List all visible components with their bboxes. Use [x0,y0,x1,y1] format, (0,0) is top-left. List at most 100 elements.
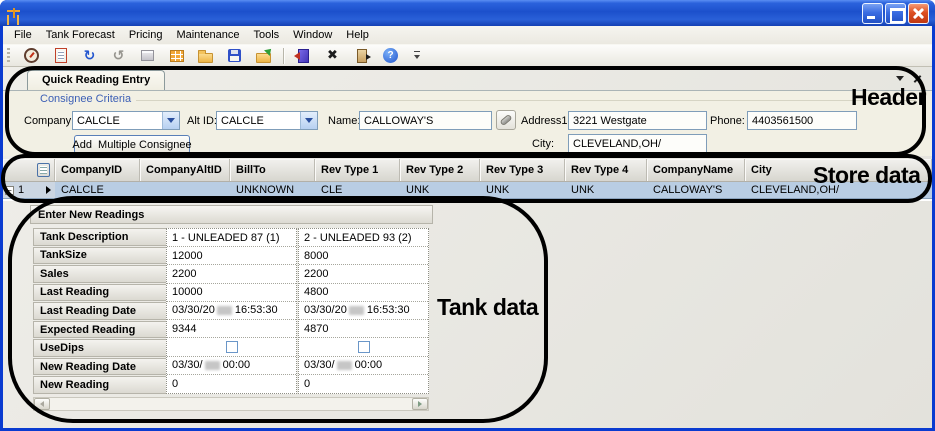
tank-2-new-reading-date[interactable]: 03/30/00:00 [299,357,428,375]
label-sales: Sales [33,265,167,283]
tank-1-use-dips-cell [167,338,296,356]
column-header-revtype2[interactable]: Rev Type 2 [400,159,480,181]
cell-rev-type-4: UNK [565,182,647,198]
name-input[interactable] [359,111,492,130]
scroll-right-arrow-icon [418,401,422,407]
menu-item-tank-forecast[interactable]: Tank Forecast [39,28,122,42]
tank-2-last-reading: 4800 [299,284,428,302]
cell-city: CLEVELAND,OH/ [745,182,932,198]
scroll-right-button[interactable] [412,398,428,410]
alt-id-dropdown-arrow-icon[interactable] [300,112,317,129]
add-multiple-consignee-button[interactable]: Add Multiple Consignee [74,135,190,154]
title-bar [0,0,935,26]
consignee-pane: Consignee Criteria Company: CALCLE Alt I… [3,90,932,156]
close-button[interactable] [908,3,929,24]
minimize-button[interactable] [862,3,883,24]
alt-id-value: CALCLE [217,115,300,127]
city-input[interactable] [568,134,707,153]
phone-input[interactable] [747,111,857,130]
tank-2-use-dips-checkbox[interactable] [358,341,370,353]
cell-rev-type-2: UNK [400,182,480,198]
redacted-year [349,306,364,315]
toolbar-grip[interactable] [7,48,10,63]
tank-2-description: 2 - UNLEADED 93 (2) [299,229,428,247]
alt-id-label: Alt ID: [187,115,217,127]
label-last-reading-date: Last Reading Date [33,302,167,320]
column-header-companyname[interactable]: CompanyName [647,159,745,181]
column-header-companyaltid[interactable]: CompanyAltID [140,159,230,181]
column-header-companyid[interactable]: CompanyID [55,159,140,181]
save-icon[interactable] [225,46,244,65]
clear-name-button[interactable] [496,110,516,130]
toolbar [3,44,932,67]
maximize-button[interactable] [885,3,906,24]
history-icon[interactable] [109,46,128,65]
tank-2-sales: 2200 [299,265,428,283]
label-last-reading: Last Reading [33,284,167,302]
tank-1-sales: 2200 [167,265,296,283]
tab-quick-reading-entry[interactable]: Quick Reading Entry [27,70,165,90]
package-icon[interactable] [138,46,157,65]
horizontal-scrollbar[interactable] [33,397,429,411]
table-row[interactable]: 1 CALCLE UNKNOWN CLE UNK UNK UNK CALLOWA… [3,182,932,199]
tank-2-column: 2 - UNLEADED 93 (2) 8000 2200 4800 03/30… [298,228,429,394]
toolbar-overflow-button[interactable] [412,48,423,64]
company-label: Company: [24,115,74,127]
menu-item-maintenance[interactable]: Maintenance [169,28,246,42]
window-controls [862,3,929,24]
label-expected-reading: Expected Reading [33,321,167,339]
menu-item-file[interactable]: File [7,28,39,42]
tank-1-last-reading-date: 03/30/2016:53:30 [167,302,296,320]
tank-1-expected-reading: 9344 [167,320,296,338]
redacted-year [217,306,232,315]
tank-2-size: 8000 [299,247,428,265]
readings-row-labels: Tank Description TankSize Sales Last Rea… [33,228,167,394]
export-folder-icon[interactable] [254,46,273,65]
exit-door-icon[interactable] [352,46,371,65]
menu-item-tools[interactable]: Tools [246,28,286,42]
column-header-revtype4[interactable]: Rev Type 4 [565,159,647,181]
label-new-reading-date: New Reading Date [33,358,167,376]
column-header-city[interactable]: City [745,159,932,181]
gauge-icon[interactable] [22,46,41,65]
delete-x-icon[interactable] [323,46,342,65]
tab-list-dropdown-icon[interactable] [896,76,904,81]
company-dropdown-arrow-icon[interactable] [162,112,179,129]
row-number: 1 [18,184,24,196]
label-new-reading: New Reading [33,376,167,394]
tank-1-last-reading: 10000 [167,284,296,302]
report-icon[interactable] [51,46,70,65]
tank-2-last-reading-date: 03/30/2016:53:30 [299,302,428,320]
send-schedule-icon[interactable] [80,46,99,65]
alt-id-select[interactable]: CALCLE [216,111,318,130]
import-book-icon[interactable] [294,46,313,65]
company-select[interactable]: CALCLE [72,111,180,130]
menu-item-pricing[interactable]: Pricing [122,28,170,42]
cell-rev-type-1: CLE [315,182,400,198]
scroll-left-button[interactable] [34,398,50,410]
cell-company-name: CALLOWAY'S [647,182,745,198]
menu-item-help[interactable]: Help [339,28,376,42]
cell-company-alt-id [140,182,230,198]
tank-2-new-reading[interactable]: 0 [299,375,428,393]
grid-properties-icon [37,163,50,177]
column-header-revtype3[interactable]: Rev Type 3 [480,159,565,181]
grid-icon[interactable] [167,46,186,65]
tank-1-new-reading-date[interactable]: 03/30/00:00 [167,357,296,375]
tank-1-new-reading[interactable]: 0 [167,375,296,393]
grid-header-row: CompanyID CompanyAltID BillTo Rev Type 1… [3,159,932,182]
consignee-criteria-label: Consignee Criteria [40,93,131,105]
tab-close-icon[interactable] [913,74,922,83]
column-header-revtype1[interactable]: Rev Type 1 [315,159,400,181]
grid-properties-cell[interactable] [3,159,55,181]
menu-item-window[interactable]: Window [286,28,339,42]
row-collapse-icon[interactable] [5,186,14,195]
tank-1-use-dips-checkbox[interactable] [226,341,238,353]
scroll-left-arrow-icon [40,401,44,407]
column-header-billto[interactable]: BillTo [230,159,315,181]
open-folder-icon[interactable] [196,46,215,65]
cell-rev-type-3: UNK [480,182,565,198]
help-icon[interactable] [381,46,400,65]
tank-1-size: 12000 [167,247,296,265]
address1-input[interactable] [568,111,707,130]
